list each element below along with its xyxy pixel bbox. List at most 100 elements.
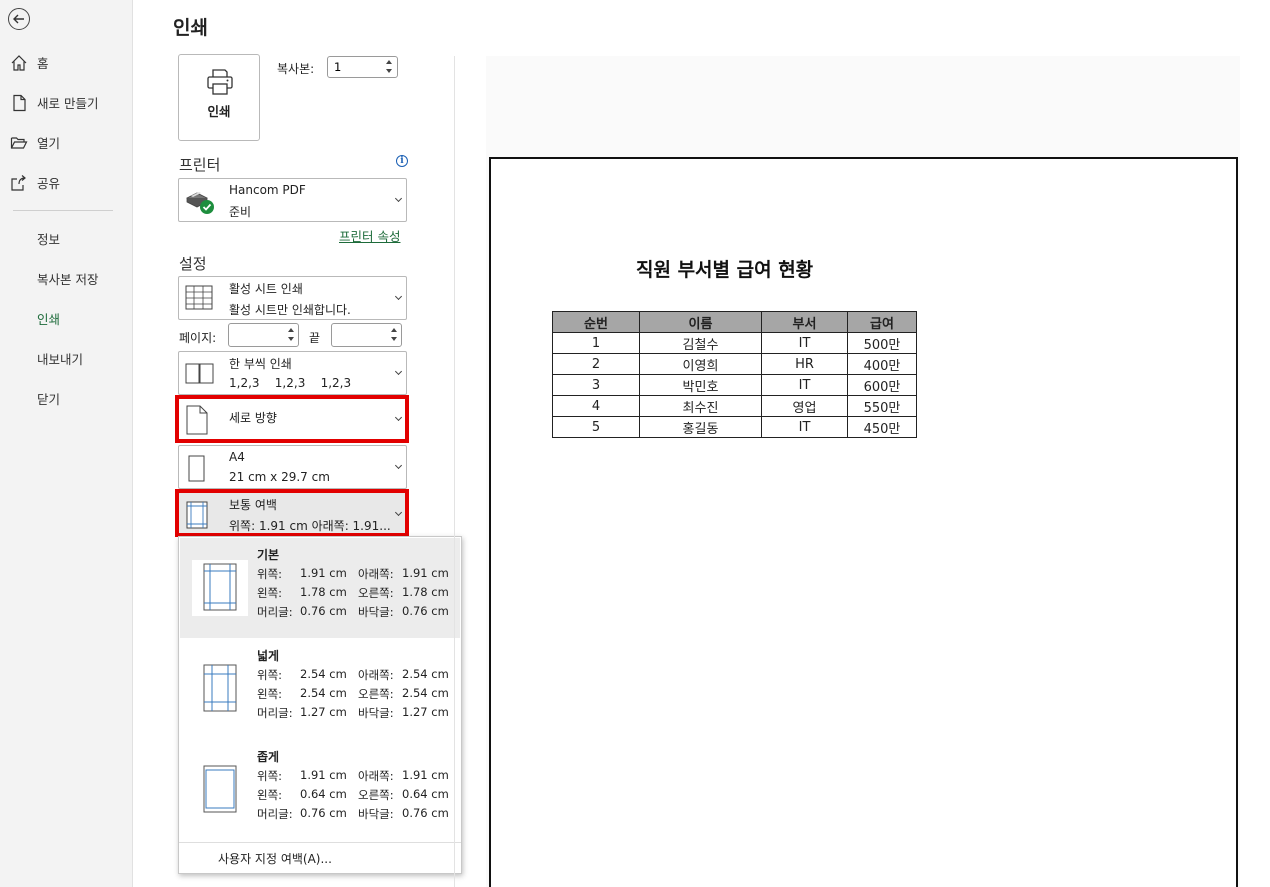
table-cell: 박민호 (639, 374, 762, 396)
margin-key: 바닥글: (358, 605, 394, 619)
new-document-icon (10, 94, 28, 112)
home-icon (10, 54, 28, 72)
paper-size-title: A4 (229, 450, 245, 464)
table-row: 3 박민호 IT 600만 (552, 374, 917, 396)
chevron-down-icon (394, 508, 403, 517)
pages-from-spinner[interactable] (286, 325, 296, 345)
table-row: 5 홍길동 IT 450만 (552, 416, 917, 438)
table-cell: 4 (552, 395, 640, 417)
salary-table: 순번 이름 부서 급여 1 김철수 IT 500만 2 이영희 HR 400만 … (552, 311, 917, 438)
pages-to-spinner[interactable] (389, 325, 399, 345)
column-header: 이름 (639, 311, 762, 333)
margin-key: 위쪽: (257, 668, 283, 682)
nav-item-info[interactable]: 정보 (0, 220, 132, 256)
chevron-down-icon (394, 292, 403, 301)
nav-item-label: 복사본 저장 (37, 271, 99, 287)
margin-value: 0.76 cm (402, 806, 449, 820)
margin-option-wide[interactable]: 넓게 위쪽: 2.54 cm 아래쪽: 2.54 cm 왼쪽: 2.54 cm … (180, 639, 460, 739)
nav-item-print[interactable]: 인쇄 (0, 300, 132, 336)
margin-key: 머리글: (257, 807, 293, 821)
printer-ready-icon (185, 188, 217, 219)
panel-divider (454, 56, 455, 887)
nav-item-label: 새로 만들기 (37, 95, 99, 111)
table-cell: HR (761, 353, 848, 375)
nav-item-save-copy[interactable]: 복사본 저장 (0, 260, 132, 296)
table-row: 4 최수진 영업 550만 (552, 395, 917, 417)
collate-icon (185, 363, 215, 388)
print-scope-dropdown[interactable]: 활성 시트 인쇄 활성 시트만 인쇄합니다. (178, 276, 407, 320)
margin-key: 왼쪽: (257, 687, 283, 701)
menu-divider (179, 842, 461, 843)
orientation-dropdown[interactable]: 세로 방향 (178, 397, 407, 441)
margin-key: 아래쪽: (358, 668, 394, 682)
margin-value: 1.78 cm (402, 585, 449, 599)
margin-value: 1.27 cm (300, 705, 347, 719)
nav-item-new[interactable]: 새로 만들기 (0, 84, 132, 120)
nav-item-close[interactable]: 닫기 (0, 380, 132, 416)
nav-item-open[interactable]: 열기 (0, 124, 132, 160)
chevron-down-icon (394, 194, 403, 203)
table-cell: IT (761, 374, 848, 396)
printer-name: Hancom PDF (229, 183, 306, 197)
collate-dropdown[interactable]: 한 부씩 인쇄 1,2,3 1,2,3 1,2,3 (178, 351, 407, 395)
column-header: 순번 (552, 311, 640, 333)
table-cell: 이영희 (639, 353, 762, 375)
table-cell: 400만 (847, 353, 917, 375)
print-scope-subtitle: 활성 시트만 인쇄합니다. (229, 303, 351, 317)
margin-key: 바닥글: (358, 807, 394, 821)
margin-option-narrow[interactable]: 좁게 위쪽: 1.91 cm 아래쪽: 1.91 cm 왼쪽: 0.64 cm … (180, 740, 460, 840)
nav-item-home[interactable]: 홈 (0, 44, 132, 80)
print-button[interactable]: 인쇄 (178, 54, 260, 141)
share-icon (10, 174, 28, 192)
margin-value: 0.76 cm (300, 604, 347, 618)
margin-key: 위쪽: (257, 567, 283, 581)
margin-value: 1.27 cm (402, 705, 449, 719)
nav-item-label: 정보 (37, 231, 61, 247)
margin-value: 1.91 cm (402, 768, 449, 782)
table-cell: IT (761, 332, 848, 354)
table-cell: 최수진 (639, 395, 762, 417)
nav-item-share[interactable]: 공유 (0, 164, 132, 200)
paper-size-dropdown[interactable]: A4 21 cm x 29.7 cm (178, 445, 407, 489)
margin-value: 1.91 cm (300, 768, 347, 782)
back-arrow-icon[interactable] (8, 8, 30, 30)
chevron-down-icon (394, 367, 403, 376)
margin-key: 오른쪽: (358, 687, 394, 701)
nav-item-export[interactable]: 내보내기 (0, 340, 132, 376)
margin-key: 왼쪽: (257, 788, 283, 802)
copies-spinner[interactable] (384, 57, 394, 77)
custom-margins-button[interactable]: 사용자 지정 여백(A)... (218, 850, 332, 867)
margins-menu: 기본 위쪽: 1.91 cm 아래쪽: 1.91 cm 왼쪽: 1.78 cm … (178, 536, 462, 874)
table-cell: 김철수 (639, 332, 762, 354)
printer-dropdown[interactable]: Hancom PDF 준비 (178, 178, 407, 222)
orientation-title: 세로 방향 (229, 411, 277, 425)
margins-dropdown[interactable]: 보통 여백 위쪽: 1.91 cm 아래쪽: 1.91... (178, 492, 407, 536)
margin-value: 2.54 cm (300, 667, 347, 681)
margin-key: 머리글: (257, 605, 293, 619)
nav-item-label: 홈 (37, 55, 49, 71)
table-cell: 600만 (847, 374, 917, 396)
pages-to-label: 끝 (309, 331, 321, 345)
margin-key: 바닥글: (358, 706, 394, 720)
margin-value: 1.91 cm (402, 566, 449, 580)
paper-size-icon (185, 455, 207, 486)
printer-icon (207, 69, 233, 95)
margin-key: 아래쪽: (358, 567, 394, 581)
nav-item-label: 공유 (37, 175, 61, 191)
margin-key: 머리글: (257, 706, 293, 720)
margin-value: 1.78 cm (300, 585, 347, 599)
info-icon[interactable]: i (396, 155, 408, 167)
nav-item-label: 열기 (37, 135, 61, 151)
margins-subtitle: 위쪽: 1.91 cm 아래쪽: 1.91... (229, 519, 391, 533)
table-header-row: 순번 이름 부서 급여 (552, 311, 917, 333)
margin-option-name: 기본 (257, 548, 280, 562)
table-cell: 5 (552, 416, 640, 438)
margin-option-default[interactable]: 기본 위쪽: 1.91 cm 아래쪽: 1.91 cm 왼쪽: 1.78 cm … (180, 538, 460, 638)
print-scope-title: 활성 시트 인쇄 (229, 282, 303, 296)
nav-item-label: 인쇄 (37, 311, 61, 327)
margin-option-name: 좁게 (257, 750, 280, 764)
printer-properties-link[interactable]: 프린터 속성 (339, 226, 400, 245)
backstage-nav: 홈 새로 만들기 열기 공유 정보 복사본 저장 인쇄 내보내기 닫기 (0, 0, 133, 887)
table-cell: 1 (552, 332, 640, 354)
margin-key: 위쪽: (257, 769, 283, 783)
